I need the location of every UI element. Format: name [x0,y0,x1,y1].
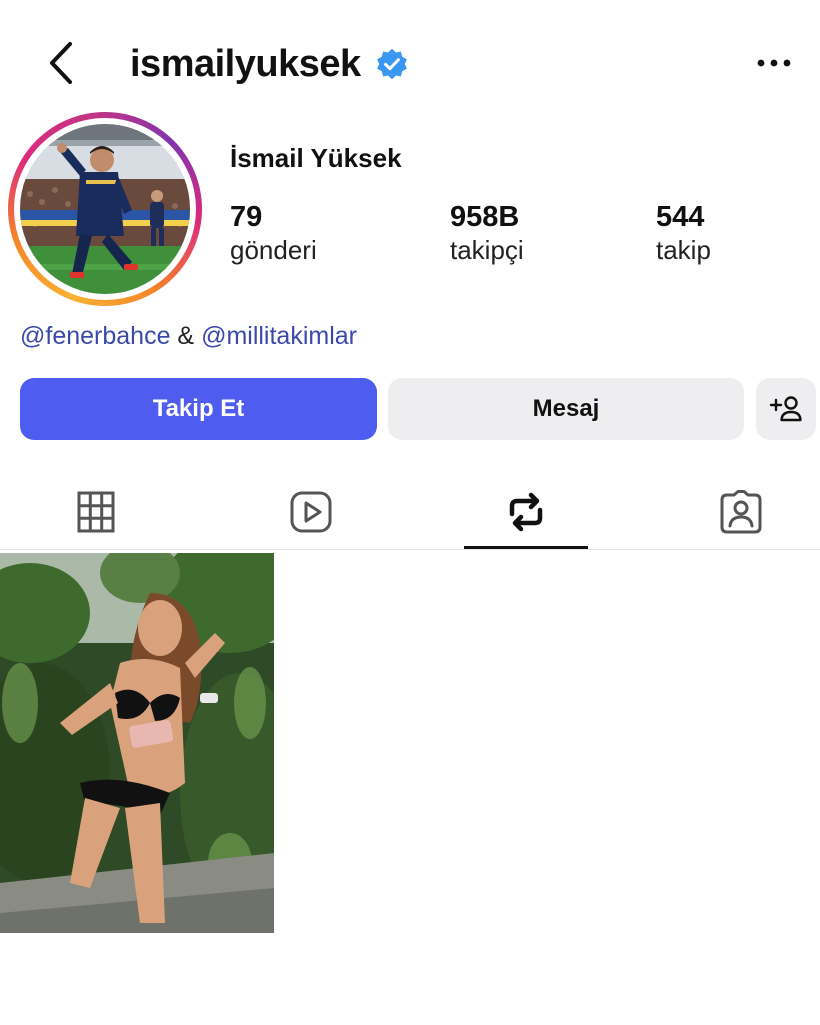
tabs-divider [0,549,820,550]
tagged-icon [720,490,762,534]
message-button[interactable]: Mesaj [388,378,744,440]
add-user-icon [769,396,802,422]
stat-posts[interactable]: 79 gönderi [230,200,317,266]
tab-reels[interactable] [251,480,371,544]
suggest-users-button[interactable] [756,378,816,440]
reels-icon [290,491,332,533]
repost-icon [509,492,543,532]
stat-followers[interactable]: 958B takipçi [450,200,524,266]
avatar[interactable] [20,124,190,294]
stat-value: 958B [450,201,520,233]
follow-button[interactable]: Takip Et [20,378,377,440]
back-button[interactable] [44,40,80,86]
stat-value: 79 [230,201,263,233]
verified-badge-icon [375,47,409,81]
profile-username: ismailyuksek [130,43,361,85]
stat-label: gönderi [230,235,317,265]
mention-link-fenerbahce[interactable]: @fenerbahce [20,322,170,350]
mention-link-millitakimlar[interactable]: @millitakimlar [201,322,357,350]
chevron-left-icon [50,42,72,84]
tab-tagged[interactable] [681,480,801,544]
post-thumbnail[interactable] [0,553,274,933]
more-options-button[interactable] [752,48,796,78]
bio-joiner: & [170,322,202,350]
profile-bio: @fenerbahce & @millitakimlar [20,320,357,352]
stat-value: 544 [656,201,705,233]
tab-posts-grid[interactable] [36,480,156,544]
more-horizontal-icon [757,59,791,67]
grid-icon [77,491,115,533]
tab-reposts[interactable] [466,480,586,544]
stat-label: takip [656,235,711,265]
stat-following[interactable]: 544 takip [656,200,711,266]
profile-full-name: İsmail Yüksek [230,143,402,173]
stat-label: takipçi [450,235,524,265]
